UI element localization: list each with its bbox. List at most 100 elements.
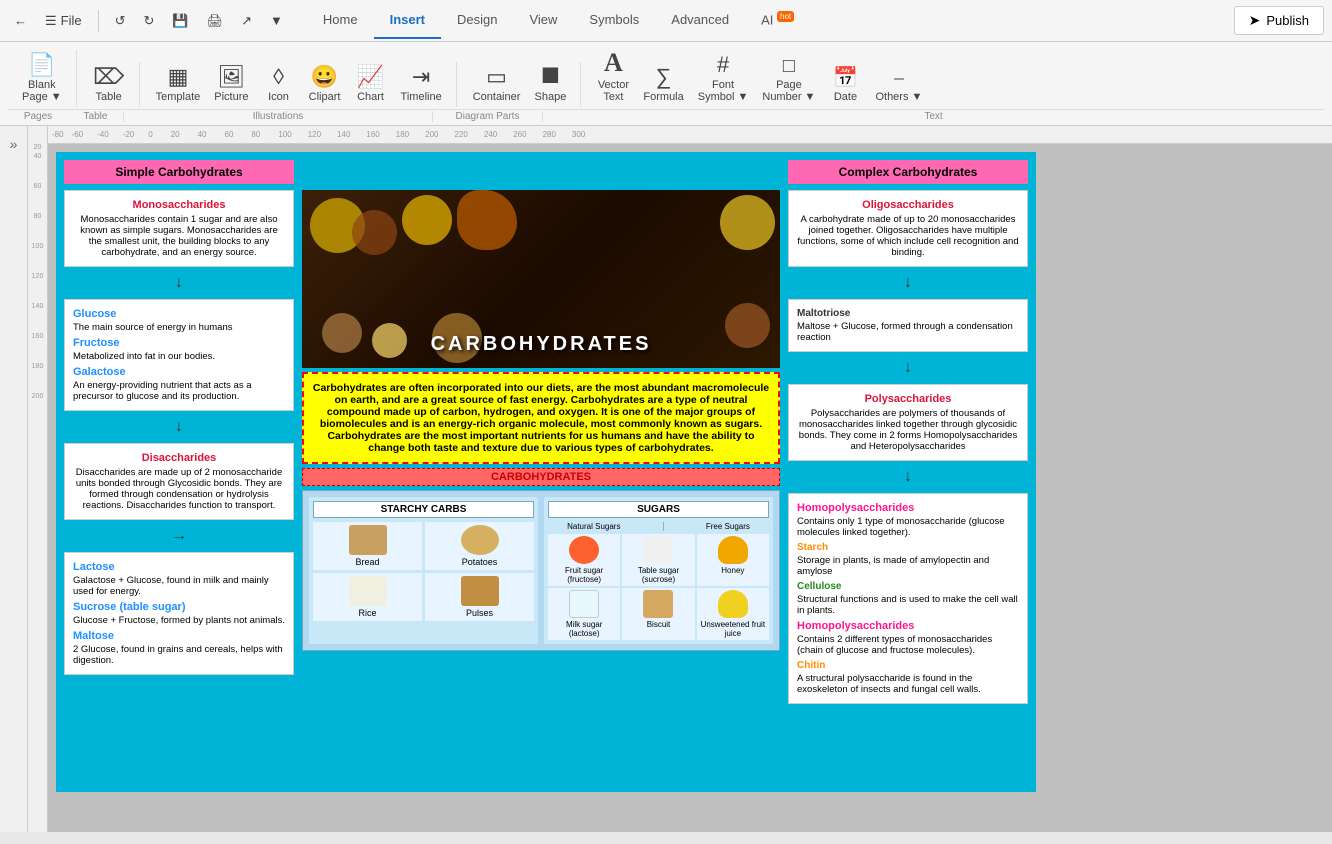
vector-text-button[interactable]: A VectorText (591, 46, 635, 107)
tab-advanced[interactable]: Advanced (655, 2, 745, 39)
milk-sugar-pic (569, 590, 599, 618)
oligosaccharides-box: Oligosaccharides A carbohydrate made of … (788, 190, 1028, 267)
biscuit-pic (643, 590, 673, 618)
print-button[interactable]: 🖨 (201, 9, 230, 33)
container-label: Container (473, 91, 521, 103)
back-button[interactable]: ← (8, 9, 33, 32)
maltose-text: 2 Glucose, found in grains and cereals, … (73, 644, 285, 666)
sugar-items: Fruit sugar (fructose) Table sugar (sucr… (548, 534, 769, 640)
clipart-icon: 😀 (311, 66, 338, 88)
food-blob-3 (402, 195, 452, 245)
date-icon: 📅 (833, 68, 858, 88)
complex-carbs-badge: Complex Carbohydrates (788, 160, 1028, 184)
more-button[interactable]: ▼ (264, 9, 289, 32)
ruler-mark-160: 160 (28, 331, 47, 361)
publish-button[interactable]: ➤ Publish (1234, 6, 1324, 35)
label-text: Text (543, 111, 1324, 122)
chart-button[interactable]: 📈 Chart (349, 62, 393, 107)
table-button[interactable]: ⌦ Table (87, 62, 131, 107)
label-table: Table (68, 111, 123, 122)
others-label: Others ▼ (875, 91, 922, 103)
tab-symbols[interactable]: Symbols (573, 2, 655, 39)
tab-home[interactable]: Home (307, 2, 374, 39)
redo-button[interactable]: ↻ (138, 9, 161, 33)
template-label: Template (156, 91, 201, 103)
clipart-button[interactable]: 😀 Clipart (303, 62, 347, 107)
carb-description-box: Carbohydrates are often incorporated int… (302, 372, 780, 464)
collapse-icon: » (10, 136, 18, 152)
food-item-fruit-sugar: Fruit sugar (fructose) (548, 534, 620, 586)
toolbar-section-table: ⌦ Table (79, 62, 140, 107)
potatoes-label: Potatoes (462, 557, 498, 567)
toolbar-section-pages: 📄 BlankPage ▼ (8, 50, 77, 107)
label-illustrations: Illustrations (123, 111, 433, 122)
food-item-pulses: Pulses (425, 573, 534, 621)
arrow3: → (64, 527, 294, 545)
food-blob-4 (457, 190, 517, 250)
ruler-mark-100: 100 (28, 241, 47, 271)
natural-sugars-label: Natural Sugars (567, 522, 620, 531)
biscuit-label: Biscuit (647, 620, 671, 629)
tab-insert[interactable]: Insert (374, 2, 441, 39)
formula-button[interactable]: ∑ Formula (637, 62, 689, 107)
ruler-mark-120: 120 (28, 271, 47, 301)
others-button[interactable]: ⎯ Others ▼ (869, 64, 928, 107)
collapse-button[interactable]: » (0, 126, 28, 832)
canvas-scroll[interactable]: Simple Carbohydrates Complex Carbohydrat… (48, 144, 1332, 832)
blank-page-button[interactable]: 📄 BlankPage ▼ (16, 50, 68, 107)
undo-button[interactable]: ↺ (109, 9, 132, 33)
food-blob-6 (372, 323, 407, 358)
tab-ai[interactable]: AI hot (745, 2, 810, 39)
toolbar-section-text: A VectorText ∑ Formula # FontSymbol ▼ □ … (583, 46, 936, 107)
font-symbol-icon: # (717, 54, 729, 76)
shape-button[interactable]: ⯀ Shape (528, 62, 572, 107)
food-item-juice: Unsweetened fruit juice (697, 588, 769, 640)
font-symbol-label: FontSymbol ▼ (698, 79, 749, 103)
table-label: Table (95, 91, 121, 103)
export-button[interactable]: ↗ (235, 9, 258, 33)
starchy-title: STARCHY CARBS (313, 501, 534, 518)
maltotriose-title: Maltotriose (797, 308, 1019, 319)
tab-view[interactable]: View (513, 2, 573, 39)
save-button[interactable]: 💾 (166, 9, 194, 33)
ruler-mark-40: 40 (28, 151, 47, 181)
rice-pic (349, 576, 387, 606)
date-button[interactable]: 📅 Date (823, 64, 867, 107)
potatoes-pic (461, 525, 499, 555)
timeline-button[interactable]: ⇥ Timeline (395, 62, 448, 107)
galactose-title: Galactose (73, 366, 285, 378)
maltotriose-box: Maltotriose Maltose + Glucose, formed th… (788, 299, 1028, 352)
timeline-label: Timeline (401, 91, 442, 103)
pulses-pic (461, 576, 499, 606)
page-number-button[interactable]: □ PageNumber ▼ (756, 52, 821, 107)
disaccharides-box: Disaccharides Disaccharides are made up … (64, 443, 294, 520)
icon-icon: ◊ (273, 66, 284, 88)
file-label: File (61, 13, 82, 28)
horizontal-ruler: -80 -60 -40 -20 0 20 40 60 80 100 120 14… (48, 126, 1332, 144)
simple-carbs-badge: Simple Carbohydrates (64, 160, 294, 184)
icon-label: Icon (268, 91, 289, 103)
monosaccharides-title: Monosaccharides (73, 199, 285, 211)
carb-title-overlay: CARBOHYDRATES (431, 333, 652, 356)
page-number-icon: □ (783, 56, 795, 76)
back-icon: ← (14, 13, 27, 28)
save-icon: 💾 (172, 13, 188, 29)
picture-button[interactable]: 🖼 Picture (208, 62, 254, 107)
icon-button[interactable]: ◊ Icon (257, 62, 301, 107)
lactose-title: Lactose (73, 561, 285, 573)
tab-design[interactable]: Design (441, 2, 513, 39)
template-button[interactable]: ▦ Template (150, 62, 207, 107)
cellulose-title: Cellulose (797, 581, 1019, 592)
font-symbol-button[interactable]: # FontSymbol ▼ (692, 50, 755, 107)
container-button[interactable]: ▭ Container (467, 62, 527, 107)
cellulose-text: Structural functions and is used to make… (797, 594, 1019, 616)
date-label: Date (834, 91, 857, 103)
center-spacer (302, 160, 780, 184)
menu-button[interactable]: ☰ File (39, 9, 88, 33)
fruit-sugar-label: Fruit sugar (fructose) (550, 566, 618, 584)
starchy-section: STARCHY CARBS Bread Potatoes (309, 497, 538, 644)
vector-text-label: VectorText (598, 79, 629, 103)
juice-label: Unsweetened fruit juice (699, 620, 767, 638)
print-icon: 🖨 (207, 13, 224, 29)
main-grid: Monosaccharides Monosaccharides contain … (64, 190, 1028, 704)
